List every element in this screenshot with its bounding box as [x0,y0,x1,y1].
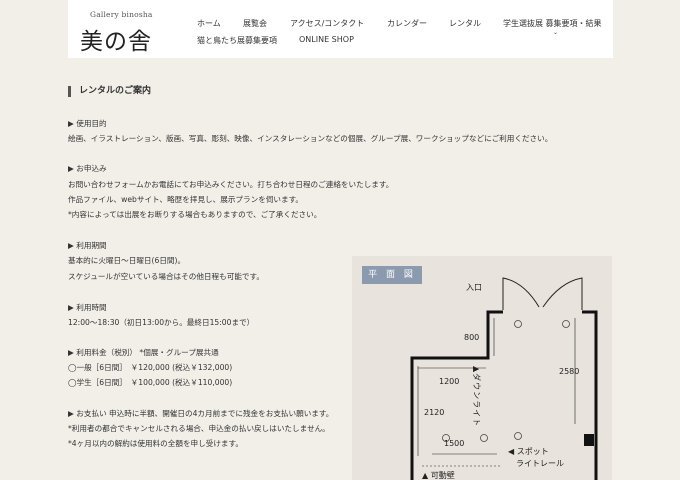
site-logo[interactable]: 美の舎 [80,22,152,56]
nav-exhibitions[interactable]: 展覧会 [243,18,267,29]
site-header: Gallery binosha 美の舎 ホーム 展覧会 アクセス/コンタクト カ… [68,0,613,58]
dimension-800: 800 [464,333,480,342]
spot-label: ◀ スポット [508,447,549,456]
nav-access-contact[interactable]: アクセス/コンタクト [290,18,364,29]
text-apply-2: 作品ファイル、webサイト、略歴を拝見し、展示プランを伺います。 [68,195,304,204]
text-purpose: 絵画、イラストレーション、版画、写真、彫刻、映像、インスタレーションなどの個展、… [68,134,553,143]
text-payment-note-1: *利用者の都合でキャンセルされる場合、申込金の払い戻しはいたしません。 [68,424,330,433]
nav-online-shop[interactable]: ONLINE SHOP [299,35,354,44]
text-period-2: スケジュールが空いている場合はその他日程も可能です。 [68,272,264,281]
heading-payment: ▶ お支払い 申込時に半額、開催日の4カ月前までに残金をお支払い願います。 [68,409,334,418]
heading-apply: ▶ お申込み [68,164,107,173]
entrance-label: 入口 [466,283,482,292]
text-fee-general: ◯一般［6日間］ ￥120,000 (税込￥132,000) [68,363,233,372]
text-payment-note-2: *4ヶ月以内の解約は使用料の全額を申し受けます。 [68,439,243,448]
nav-student-exhibition[interactable]: 学生選抜展 募集要項・結果 [503,18,602,29]
downlight-label: ▲ダウンライト [472,366,481,428]
floor-plan-label: 平 面 図 [362,266,422,284]
heading-purpose: ▶ 使用目的 [68,119,107,128]
text-hours: 12:00～18:30（初日13:00から。最終日15:00まで） [68,318,255,327]
nav-cats-birds[interactable]: 猫と鳥たち展募集要項 [197,35,277,46]
heading-fee: ▶ 利用料金（税別） *個展・グループ展共通 [68,348,219,357]
movable-wall-label: ▲ 可動壁 [422,471,455,480]
heading-hours: ▶ 利用時間 [68,303,107,312]
page-title: レンタルのご案内 [68,86,151,97]
nav-calendar[interactable]: カレンダー [387,18,427,29]
dimension-2580: 2580 [559,367,580,376]
nav-rental[interactable]: レンタル [449,18,481,29]
text-period-1: 基本的に火曜日～日曜日(6日間)。 [68,256,186,265]
text-apply-note: *内容によっては出展をお断りする場合もありますので、ご了承ください。 [68,210,322,219]
logo-subtitle: Gallery binosha [90,10,153,19]
text-apply-1: お問い合わせフォームかお電話にてお申込みください。打ち合わせ日程のご連絡をいたし… [68,180,394,189]
dimension-2120: 2120 [424,408,445,417]
floor-plan: 平 面 図 入口 800 2580 1200 2120 1500 ▲ダウンライト… [352,256,612,480]
chevron-down-icon[interactable]: ⌄ [553,29,558,36]
nav-home[interactable]: ホーム [197,18,221,29]
dimension-1500: 1500 [444,439,465,448]
dimension-1200: 1200 [439,377,460,386]
spot-rail-label: ライトレール [516,459,564,468]
heading-period: ▶ 利用期間 [68,241,107,250]
text-fee-student: ◯学生［6日間］ ￥100,000 (税込￥110,000) [68,378,233,387]
